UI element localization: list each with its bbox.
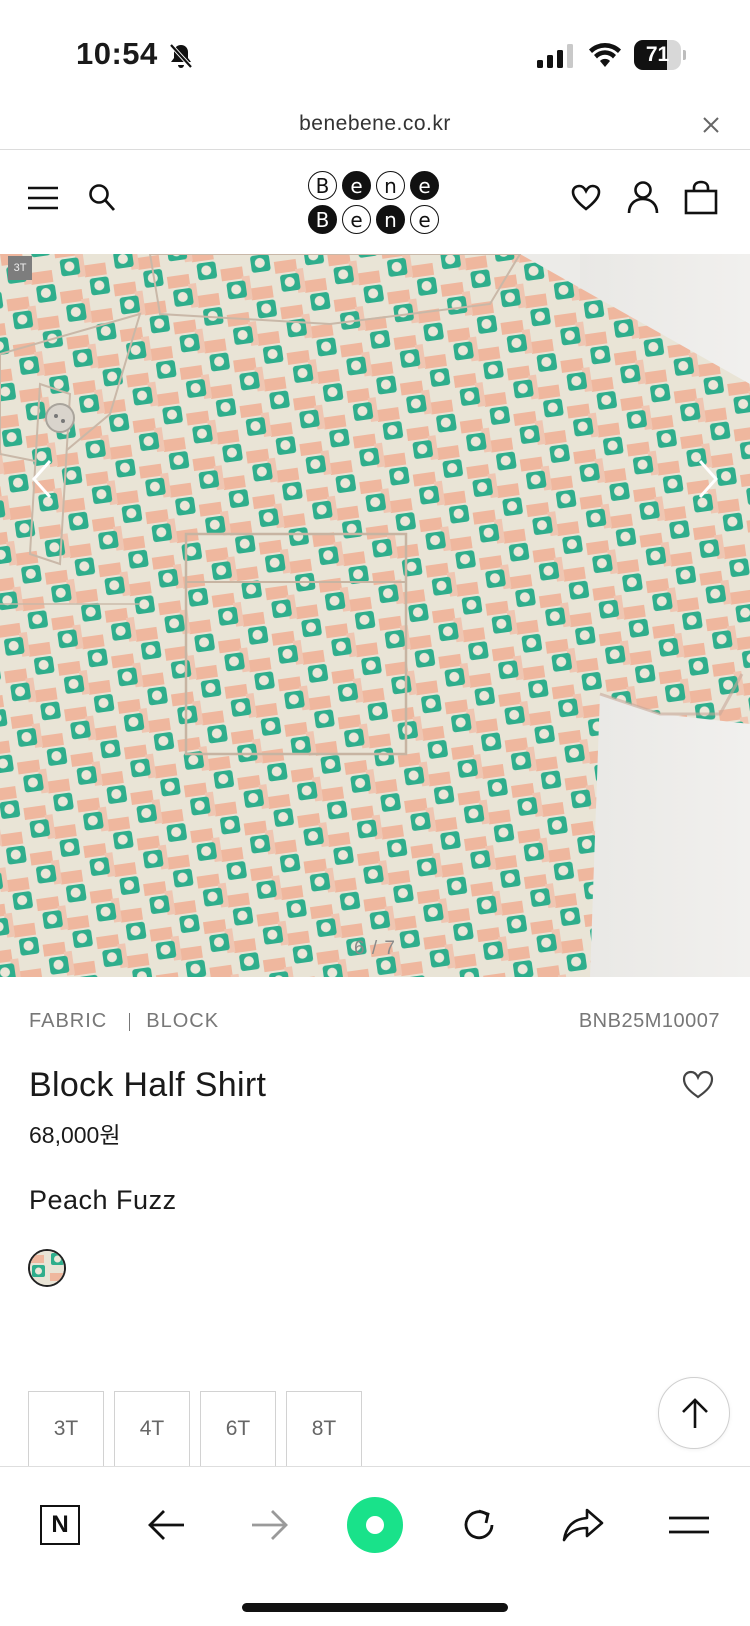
breadcrumb-divider: [129, 1012, 131, 1031]
share-button[interactable]: [553, 1495, 613, 1555]
size-option-4t[interactable]: 4T: [114, 1391, 190, 1467]
logo-letter: e: [410, 171, 439, 200]
color-swatch[interactable]: [28, 1249, 66, 1287]
breadcrumb: FABRIC BLOCK: [29, 1010, 219, 1033]
logo-letter: e: [342, 205, 371, 234]
logo-letter: n: [376, 205, 405, 234]
hamburger-icon: [669, 1516, 709, 1534]
logo-letter: n: [376, 171, 405, 200]
menu-button[interactable]: [659, 1495, 719, 1555]
product-image-gallery[interactable]: 3T: [0, 254, 750, 977]
green-dot-button[interactable]: [344, 1495, 406, 1555]
logo-letter: e: [410, 205, 439, 234]
bell-slash-icon: [169, 43, 193, 69]
logo-letter: B: [308, 205, 337, 234]
brand-logo[interactable]: B e n e B e n e: [308, 171, 442, 235]
forward-button[interactable]: [240, 1495, 300, 1555]
wifi-icon: [589, 43, 621, 67]
arrow-right-icon: [252, 1510, 288, 1540]
naver-home-button[interactable]: N: [30, 1495, 90, 1555]
green-dot-icon: [347, 1497, 403, 1553]
breadcrumb-item[interactable]: BLOCK: [146, 1010, 219, 1033]
product-title: Block Half Shirt: [29, 1066, 267, 1104]
battery-indicator: 71: [634, 40, 686, 70]
status-bar: 10:54 71: [0, 0, 750, 100]
size-option-8t[interactable]: 8T: [286, 1391, 362, 1467]
shopping-bag-icon[interactable]: [684, 180, 718, 215]
back-button[interactable]: [136, 1495, 196, 1555]
gallery-counter: 6 / 7: [354, 938, 396, 959]
browser-toolbar: N: [0, 1466, 750, 1626]
scroll-to-top-button[interactable]: [658, 1377, 730, 1449]
menu-icon[interactable]: [27, 185, 59, 211]
heart-icon[interactable]: [571, 183, 601, 213]
reload-icon: [464, 1509, 494, 1540]
size-option-3t[interactable]: 3T: [28, 1391, 104, 1467]
arrow-up-icon: [682, 1398, 708, 1428]
home-indicator: [242, 1603, 508, 1612]
status-time: 10:54: [76, 36, 158, 71]
size-option-6t[interactable]: 6T: [200, 1391, 276, 1467]
product-price: 68,000원: [29, 1122, 121, 1148]
n-label: N: [51, 1511, 69, 1538]
share-arrow-icon: [562, 1508, 604, 1542]
breadcrumb-item[interactable]: FABRIC: [29, 1010, 107, 1033]
cellular-signal-icon: [537, 44, 573, 68]
logo-letter: B: [308, 171, 337, 200]
image-size-tag: 3T: [8, 256, 32, 280]
search-icon[interactable]: [88, 183, 116, 213]
selected-color-name: Peach Fuzz: [29, 1185, 177, 1215]
browser-url-bar[interactable]: benebene.co.kr: [0, 100, 750, 150]
chevron-left-icon[interactable]: [30, 459, 54, 499]
user-icon[interactable]: [626, 180, 660, 214]
product-photo: [0, 254, 750, 977]
battery-percent: 71: [645, 43, 670, 66]
url-text[interactable]: benebene.co.kr: [0, 112, 750, 136]
n-icon: N: [40, 1505, 80, 1545]
close-icon[interactable]: [700, 114, 722, 136]
arrow-left-icon: [148, 1510, 184, 1540]
reload-button[interactable]: [449, 1495, 509, 1555]
logo-letter: e: [342, 171, 371, 200]
site-header: B e n e B e n e: [0, 151, 750, 254]
wishlist-heart-icon[interactable]: [681, 1069, 715, 1101]
size-options: 3T 4T 6T 8T: [28, 1391, 362, 1467]
chevron-right-icon[interactable]: [696, 459, 720, 499]
product-code: BNB25M10007: [578, 1010, 720, 1032]
